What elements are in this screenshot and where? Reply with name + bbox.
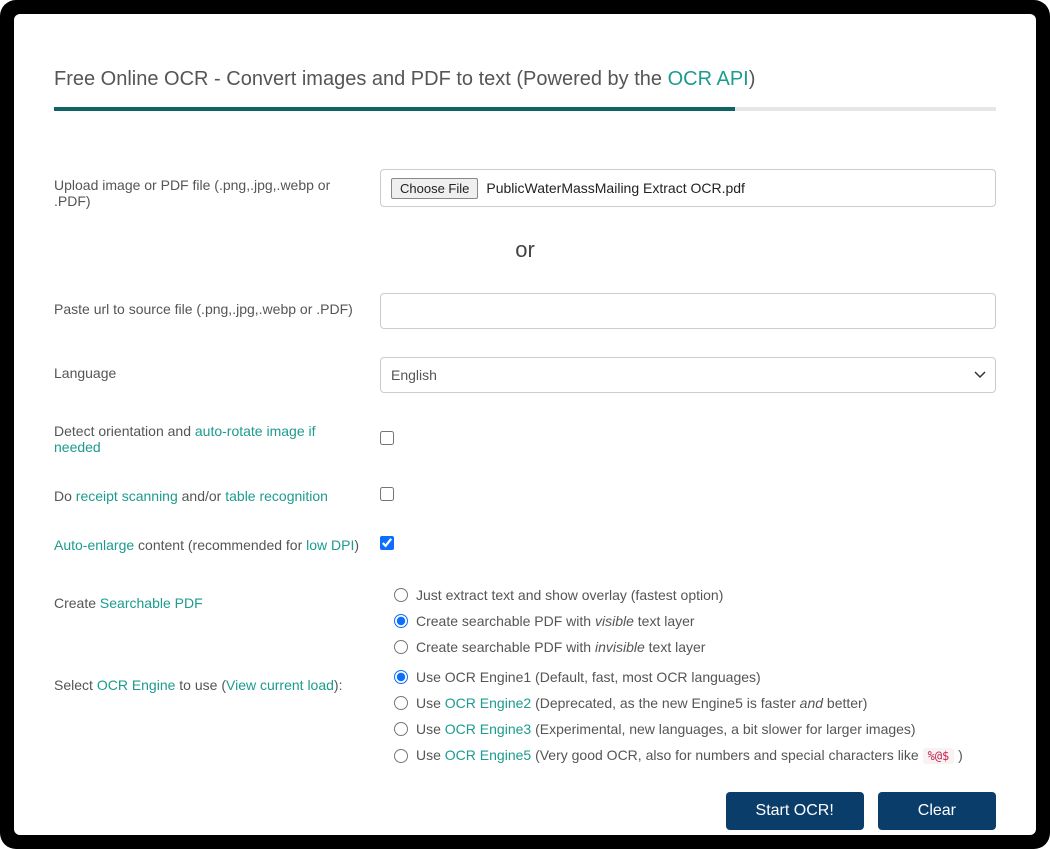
progress-bar bbox=[54, 107, 996, 111]
pdf-options-group: Just extract text and show overlay (fast… bbox=[394, 587, 996, 655]
link-table-recognition[interactable]: table recognition bbox=[225, 488, 328, 504]
engine-link-1[interactable]: OCR Engine2 bbox=[445, 695, 531, 711]
title-link-ocr-api[interactable]: OCR API bbox=[668, 68, 749, 90]
title-text-suffix: ) bbox=[749, 68, 756, 90]
choose-file-button[interactable]: Choose File bbox=[391, 178, 478, 199]
pdf-option-1[interactable]: Create searchable PDF with visible text … bbox=[394, 613, 996, 629]
source-url-input[interactable] bbox=[380, 293, 996, 329]
engine-link-3[interactable]: OCR Engine5 bbox=[445, 747, 531, 763]
file-input-wrapper[interactable]: Choose File PublicWaterMassMailing Extra… bbox=[380, 169, 996, 207]
label-paste-url: Paste url to source file (.png,.jpg,.web… bbox=[54, 293, 380, 317]
label-searchable-pdf: Create Searchable PDF bbox=[54, 587, 380, 611]
pdf-radio-1[interactable] bbox=[394, 614, 408, 628]
link-ocr-engine[interactable]: OCR Engine bbox=[97, 677, 176, 693]
label-auto-enlarge: Auto-enlarge content (recommended for lo… bbox=[54, 537, 380, 553]
engine-radio-1[interactable] bbox=[394, 696, 408, 710]
pdf-option-label-1: Create searchable PDF with visible text … bbox=[416, 613, 695, 629]
pdf-option-0[interactable]: Just extract text and show overlay (fast… bbox=[394, 587, 996, 603]
title-text-prefix: Free Online OCR - Convert images and PDF… bbox=[54, 68, 668, 90]
link-low-dpi[interactable]: low DPI bbox=[306, 537, 354, 553]
pdf-option-label-0: Just extract text and show overlay (fast… bbox=[416, 587, 723, 603]
engine-option-label-0: Use OCR Engine1 (Default, fast, most OCR… bbox=[416, 669, 761, 685]
pdf-radio-2[interactable] bbox=[394, 640, 408, 654]
start-ocr-button[interactable]: Start OCR! bbox=[726, 792, 864, 830]
label-upload: Upload image or PDF file (.png,.jpg,.web… bbox=[54, 169, 380, 209]
label-receipt: Do receipt scanning and/or table recogni… bbox=[54, 488, 380, 504]
label-ocr-engine: Select OCR Engine to use (View current l… bbox=[54, 669, 380, 693]
clear-button[interactable]: Clear bbox=[878, 792, 996, 830]
code-chip-icon: %@$ bbox=[923, 748, 955, 764]
or-divider: or bbox=[54, 237, 996, 263]
pdf-option-2[interactable]: Create searchable PDF with invisible tex… bbox=[394, 639, 996, 655]
language-select[interactable]: English bbox=[380, 357, 996, 393]
engine-radio-0[interactable] bbox=[394, 670, 408, 684]
engine-options-group: Use OCR Engine1 (Default, fast, most OCR… bbox=[394, 669, 996, 764]
link-auto-enlarge[interactable]: Auto-enlarge bbox=[54, 537, 134, 553]
page-title: Free Online OCR - Convert images and PDF… bbox=[54, 68, 996, 91]
engine-option-label-1: Use OCR Engine2 (Deprecated, as the new … bbox=[416, 695, 867, 711]
engine-option-2[interactable]: Use OCR Engine3 (Experimental, new langu… bbox=[394, 721, 996, 737]
label-orientation: Detect orientation and auto-rotate image… bbox=[54, 423, 380, 455]
auto-enlarge-checkbox[interactable] bbox=[380, 536, 394, 550]
link-searchable-pdf[interactable]: Searchable PDF bbox=[100, 595, 203, 611]
engine-option-3[interactable]: Use OCR Engine5 (Very good OCR, also for… bbox=[394, 747, 996, 764]
pdf-radio-0[interactable] bbox=[394, 588, 408, 602]
engine-option-1[interactable]: Use OCR Engine2 (Deprecated, as the new … bbox=[394, 695, 996, 711]
link-receipt-scanning[interactable]: receipt scanning bbox=[76, 488, 178, 504]
engine-link-2[interactable]: OCR Engine3 bbox=[445, 721, 531, 737]
selected-filename: PublicWaterMassMailing Extract OCR.pdf bbox=[486, 180, 745, 196]
label-language: Language bbox=[54, 357, 380, 381]
engine-option-label-3: Use OCR Engine5 (Very good OCR, also for… bbox=[416, 747, 963, 764]
orientation-checkbox[interactable] bbox=[380, 431, 394, 445]
engine-option-0[interactable]: Use OCR Engine1 (Default, fast, most OCR… bbox=[394, 669, 996, 685]
link-view-load[interactable]: View current load bbox=[226, 677, 334, 693]
receipt-checkbox[interactable] bbox=[380, 487, 394, 501]
progress-bar-fill bbox=[54, 107, 735, 111]
engine-radio-3[interactable] bbox=[394, 749, 408, 763]
engine-radio-2[interactable] bbox=[394, 722, 408, 736]
pdf-option-label-2: Create searchable PDF with invisible tex… bbox=[416, 639, 705, 655]
engine-option-label-2: Use OCR Engine3 (Experimental, new langu… bbox=[416, 721, 916, 737]
